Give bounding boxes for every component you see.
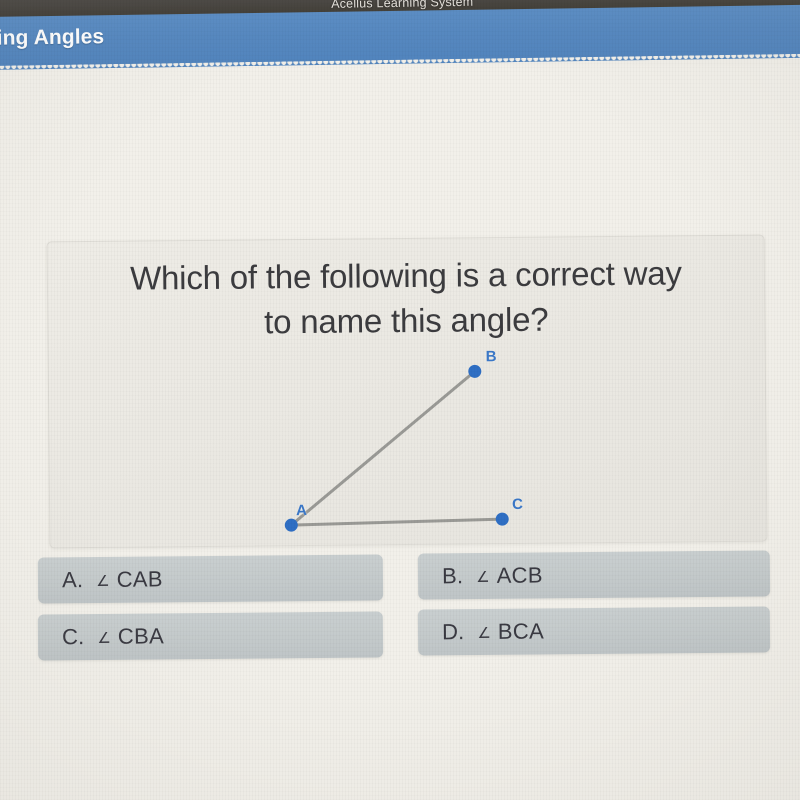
answer-option-a-label: CAB	[116, 566, 163, 592]
answer-option-b[interactable]: B. ∠ ACB	[417, 550, 771, 600]
answer-option-b-letter: B.	[441, 563, 464, 589]
angle-symbol-icon: ∠	[96, 572, 110, 590]
answer-option-d[interactable]: D. ∠ BCA	[417, 606, 771, 656]
answer-option-c-content: C. ∠ CBA	[38, 623, 164, 650]
answer-option-b-label: ACB	[496, 562, 543, 588]
angle-symbol-icon: ∠	[476, 568, 490, 587]
answer-option-d-content: D. ∠ BCA	[418, 618, 544, 645]
answer-option-b-content: B. ∠ ACB	[418, 562, 543, 589]
angle-symbol-icon: ∠	[477, 624, 491, 643]
answer-option-a-content: A. ∠ CAB	[38, 566, 163, 593]
answer-choices: A. ∠ CAB B. ∠ ACB C. ∠ CBA D. ∠ BCA	[0, 0, 800, 800]
answer-option-a[interactable]: A. ∠ CAB	[37, 554, 384, 604]
answer-option-a-letter: A.	[61, 567, 84, 593]
answer-option-d-letter: D.	[441, 619, 465, 645]
acellus-screen-photo: Acellus Learning System ring Angles Whic…	[0, 0, 800, 800]
answer-option-c-letter: C.	[61, 624, 85, 650]
answer-option-c-label: CBA	[117, 623, 165, 649]
answer-option-c[interactable]: C. ∠ CBA	[37, 611, 384, 661]
answer-option-d-label: BCA	[497, 618, 545, 644]
angle-symbol-icon: ∠	[97, 629, 111, 647]
